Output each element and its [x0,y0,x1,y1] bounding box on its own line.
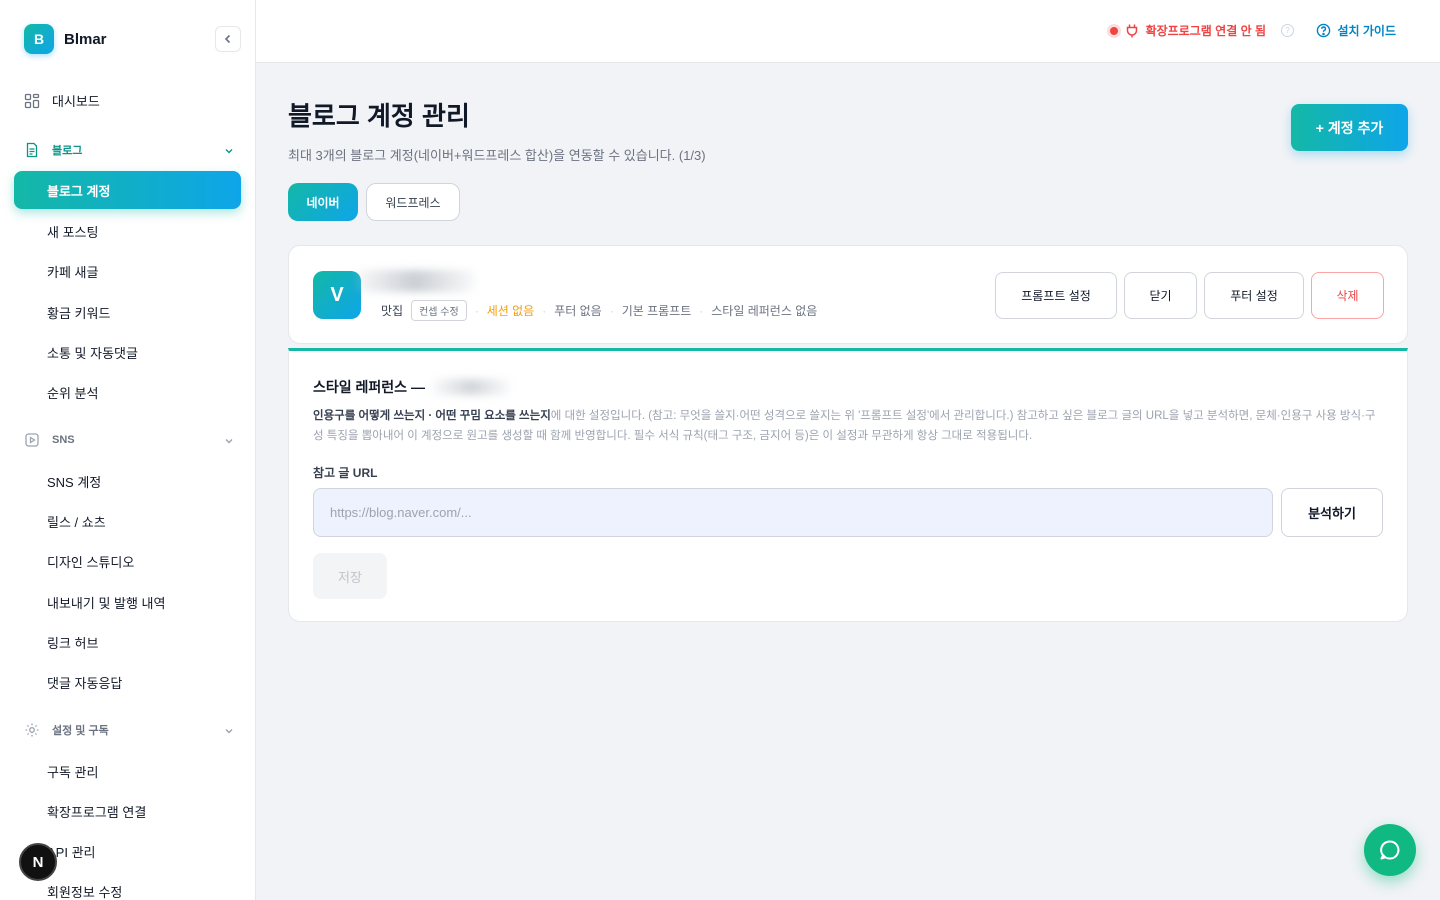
reference-url-input[interactable] [313,488,1273,537]
question-circle-icon [1317,23,1331,38]
play-icon [25,433,39,447]
account-category: 맛집 [381,304,404,318]
page-subtitle: 최대 3개의 블로그 계정(네이버+워드프레스 합산)을 연동할 수 있습니다.… [288,148,706,163]
topbar: 확장프로그램 연결 안 됨 ? 설치 가이드 [256,0,1440,63]
chevron-down-icon [225,149,233,154]
delete-button[interactable]: 삭제 [1311,272,1384,319]
concept-edit-badge[interactable]: 컨셉 수정 [411,300,467,321]
chat-button[interactable] [1364,824,1416,876]
sidebar-item-auto-comment[interactable]: 소통 및 자동댓글 [47,343,138,362]
status-dot [1109,26,1118,35]
footer-settings-button[interactable]: 푸터 설정 [1204,272,1304,319]
style-reference-title-text: 스타일 레퍼런스 — [313,379,425,395]
sidebar-section-sns[interactable]: SNS [24,432,234,448]
sidebar-item-reels[interactable]: 릴스 / 쇼츠 [47,512,106,531]
sidebar-item-rank-analysis[interactable]: 순위 분석 [47,383,98,402]
extension-status[interactable]: 확장프로그램 연결 안 됨 [1109,22,1266,39]
brand[interactable]: B Blmar [24,24,107,54]
account-meta: 맛집 컨셉 수정 · 세션 없음 · 푸터 없음 · 기본 프롬프트 · 스타일… [381,300,817,321]
sidebar-section-label: SNS [52,434,75,446]
add-account-button[interactable]: + 계정 추가 [1291,104,1408,151]
description-emphasis: 인용구를 어떻게 쓰는지 · 어떤 꾸밈 요소를 쓰는지 [313,410,551,422]
style-reference-status: 스타일 레퍼런스 없음 [711,304,818,318]
save-button[interactable]: 저장 [313,553,387,599]
session-status: 세션 없음 [486,304,535,318]
sidebar-item-comment-autoreply[interactable]: 댓글 자동응답 [47,673,122,692]
sidebar-item-subscription[interactable]: 구독 관리 [47,762,98,781]
style-reference-title: 스타일 레퍼런스 — [313,377,511,397]
account-avatar: V [313,271,361,319]
meta-separator: · [699,303,704,318]
brand-logo: B [24,24,54,54]
sidebar-item-profile[interactable]: 회원정보 수정 [47,882,122,900]
prompt-status: 기본 프롬프트 [621,304,692,318]
sidebar-item-link-hub[interactable]: 링크 허브 [47,633,98,652]
sidebar-item-new-posting[interactable]: 새 포스팅 [47,222,98,241]
sidebar-section-label: 설정 및 구독 [52,725,109,737]
tab-wordpress[interactable]: 워드프레스 [366,183,460,221]
prompt-settings-button[interactable]: 프롬프트 설정 [995,272,1117,319]
sidebar-section-blog[interactable]: 블로그 [24,142,234,158]
floating-n-badge[interactable]: N [19,843,57,881]
install-guide-label: 설치 가이드 [1337,24,1396,38]
sidebar-item-cafe[interactable]: 카페 새글 [47,262,98,281]
sidebar-item-label: 대시보드 [52,94,100,109]
sidebar-item-dashboard[interactable]: 대시보드 [24,91,100,110]
sidebar-item-blog-account[interactable]: 블로그 계정 [14,171,241,209]
extension-status-text: 확장프로그램 연결 안 됨 [1145,24,1266,38]
tab-naver[interactable]: 네이버 [288,183,358,221]
footer-status: 푸터 없음 [554,304,602,318]
analyze-button[interactable]: 분석하기 [1281,488,1383,537]
close-button[interactable]: 닫기 [1124,272,1197,319]
help-icon[interactable]: ? [1281,24,1294,37]
reference-url-label: 참고 글 URL [313,466,378,480]
account-name-redacted [430,379,511,395]
gear-icon [25,723,39,737]
sidebar-item-export-history[interactable]: 내보내기 및 발행 내역 [47,593,165,612]
sidebar-item-design-studio[interactable]: 디자인 스튜디오 [47,552,134,571]
install-guide-link[interactable]: 설치 가이드 [1316,22,1396,39]
sidebar-item-extension[interactable]: 확장프로그램 연결 [47,802,146,821]
sidebar-section-settings[interactable]: 설정 및 구독 [24,722,234,738]
dashboard-icon [24,93,40,108]
chevron-down-icon [225,439,233,444]
plug-icon [1126,24,1137,37]
sidebar: B Blmar 대시보드 블로그 블로그 계정 새 포스팅 카페 새글 황금 키… [0,0,256,900]
sidebar-collapse-button[interactable] [215,26,241,52]
sidebar-item-sns-account[interactable]: SNS 계정 [47,472,101,491]
chevron-left-icon [224,34,231,44]
style-reference-description: 인용구를 어떻게 쓰는지 · 어떤 꾸밈 요소를 쓰는지에 대한 설정입니다. … [313,406,1385,446]
style-reference-panel: 스타일 레퍼런스 — 인용구를 어떻게 쓰는지 · 어떤 꾸밈 요소를 쓰는지에… [288,348,1408,622]
chat-bubble-icon [1380,840,1400,860]
meta-separator: · [609,303,614,318]
chevron-down-icon [225,729,233,734]
account-name-redacted [355,270,475,292]
brand-name: Blmar [64,30,107,48]
meta-separator: · [474,303,479,318]
account-card: V 맛집 컨셉 수정 · 세션 없음 · 푸터 없음 · 기본 프롬프트 · 스… [288,245,1408,344]
document-icon [26,142,38,158]
page-title: 블로그 계정 관리 [288,101,470,131]
sidebar-item-golden-keyword[interactable]: 황금 키워드 [47,303,110,322]
sidebar-section-label: 블로그 [52,145,83,157]
meta-separator: · [542,303,547,318]
